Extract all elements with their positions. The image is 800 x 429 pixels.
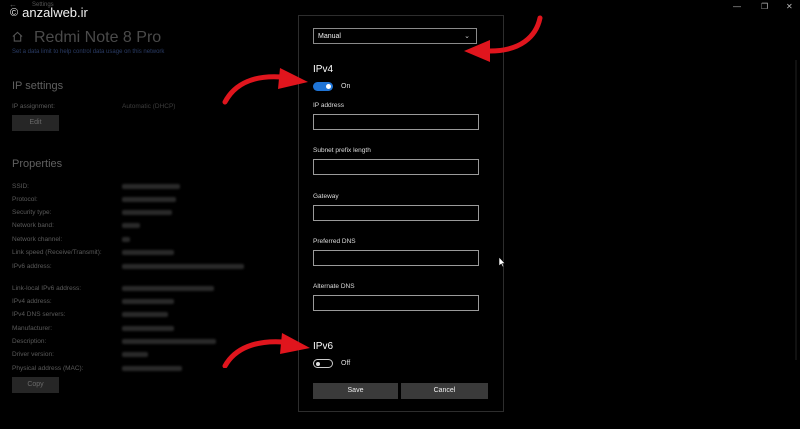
property-label: Description: <box>12 338 47 345</box>
ipv6-toggle[interactable] <box>313 359 333 368</box>
copy-button[interactable]: Copy <box>12 377 59 393</box>
redacted-value <box>122 264 244 269</box>
redacted-value <box>122 352 148 357</box>
gateway-input[interactable] <box>313 205 479 221</box>
redacted-value <box>122 223 140 228</box>
redacted-value <box>122 286 214 291</box>
ipv4-toggle[interactable] <box>313 82 333 91</box>
mouse-cursor-icon <box>498 256 506 268</box>
preferred-dns-label: Preferred DNS <box>313 238 356 245</box>
properties-heading: Properties <box>12 158 63 170</box>
scrollbar[interactable] <box>795 60 797 360</box>
property-label: IPv6 address: <box>12 263 52 270</box>
property-label: IPv4 address: <box>12 298 52 305</box>
redacted-value <box>122 184 180 189</box>
redacted-value <box>122 237 130 242</box>
property-label: Physical address (MAC): <box>12 365 84 372</box>
redacted-value <box>122 250 174 255</box>
property-label: Manufacturer: <box>12 325 53 332</box>
property-label: Driver version: <box>12 351 54 358</box>
page-title: Redmi Note 8 Pro <box>34 29 162 46</box>
redacted-value <box>122 210 172 215</box>
home-icon <box>12 31 23 42</box>
ip-assignment-value: Automatic (DHCP) <box>122 103 176 110</box>
maximize-icon[interactable]: ❐ <box>761 2 768 11</box>
ipv6-heading: IPv6 <box>313 341 334 352</box>
watermark-text: anzalweb.ir <box>22 5 88 20</box>
redacted-value <box>122 197 176 202</box>
property-label: Network channel: <box>12 236 63 243</box>
ip-address-input[interactable] <box>313 114 479 130</box>
property-label: Network band: <box>12 222 54 229</box>
annotation-arrow-icon <box>222 68 308 105</box>
property-label: IPv4 DNS servers: <box>12 311 66 318</box>
cancel-button[interactable]: Cancel <box>401 383 488 399</box>
edit-ip-settings-dialog: Manual ⌄ IPv4 On IP address Subnet prefi… <box>298 15 504 412</box>
subnet-prefix-length-input[interactable] <box>313 159 479 175</box>
redacted-value <box>122 339 216 344</box>
alternate-dns-label: Alternate DNS <box>313 283 355 290</box>
ip-settings-heading: IP settings <box>12 80 64 92</box>
property-label: Link-local IPv6 address: <box>12 285 82 292</box>
save-button[interactable]: Save <box>313 383 398 399</box>
redacted-value <box>122 366 182 371</box>
minimize-icon[interactable]: — <box>733 2 741 11</box>
property-label: Link speed (Receive/Transmit): <box>12 249 102 256</box>
annotation-arrow-icon <box>464 15 543 62</box>
property-label: Protocol: <box>12 196 38 203</box>
annotation-arrow-icon <box>222 333 310 368</box>
property-label: SSID: <box>12 183 29 190</box>
property-label: Security type: <box>12 209 52 216</box>
ipv6-toggle-label: Off <box>341 360 351 367</box>
preferred-dns-input[interactable] <box>313 250 479 266</box>
redacted-value <box>122 312 168 317</box>
ipv4-heading: IPv4 <box>313 64 334 75</box>
redacted-value <box>122 326 174 331</box>
ip-assignment-label: IP assignment: <box>12 103 55 110</box>
ip-mode-select[interactable]: Manual ⌄ <box>313 28 477 44</box>
watermark: © anzalweb.ir <box>10 5 88 20</box>
close-icon[interactable]: ✕ <box>786 2 793 11</box>
copyright-icon: © <box>10 6 19 19</box>
data-limit-link[interactable]: Set a data limit to help control data us… <box>12 49 164 55</box>
ipv4-toggle-label: On <box>341 83 351 90</box>
gateway-label: Gateway <box>313 193 339 200</box>
redacted-value <box>122 299 174 304</box>
ip-address-label: IP address <box>313 102 344 109</box>
edit-button[interactable]: Edit <box>12 115 59 131</box>
ip-mode-value: Manual <box>318 33 341 40</box>
subnet-prefix-length-label: Subnet prefix length <box>313 147 371 154</box>
alternate-dns-input[interactable] <box>313 295 479 311</box>
